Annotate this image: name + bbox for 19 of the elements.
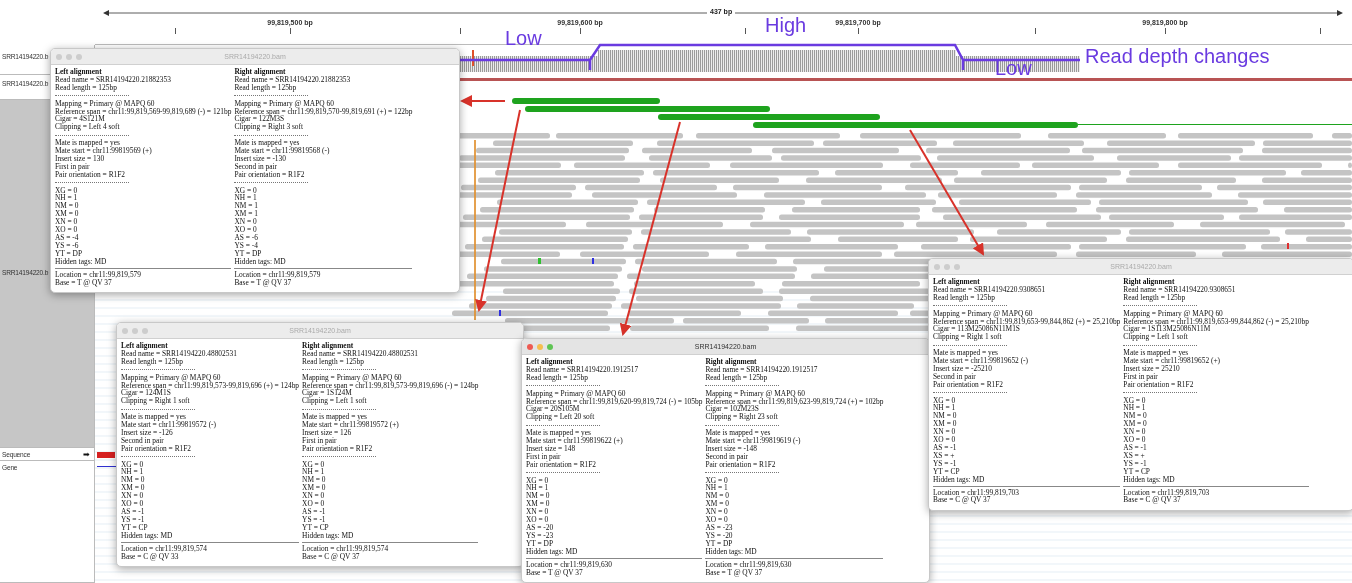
depth-label: Low xyxy=(505,28,542,48)
zoom-button[interactable] xyxy=(142,327,148,334)
zoom-button[interactable] xyxy=(76,53,82,60)
close-button[interactable] xyxy=(56,53,62,60)
minimize-button[interactable] xyxy=(66,53,72,60)
strand-arrow[interactable]: ➡ xyxy=(83,451,90,458)
depth-label: Low xyxy=(995,58,1032,78)
depth-label: High xyxy=(765,15,807,35)
pointer-arrow xyxy=(460,95,506,107)
minimize-button[interactable] xyxy=(132,327,138,334)
annotation-caption: Read depth changes xyxy=(1085,46,1270,66)
minimize-button[interactable] xyxy=(537,343,543,350)
zoom-button[interactable] xyxy=(954,263,960,270)
close-button[interactable] xyxy=(122,327,128,334)
sequence-strip xyxy=(97,452,115,458)
close-button[interactable] xyxy=(527,343,533,350)
minimize-button[interactable] xyxy=(944,263,950,270)
close-button[interactable] xyxy=(934,263,940,270)
zoom-button[interactable] xyxy=(547,343,553,350)
